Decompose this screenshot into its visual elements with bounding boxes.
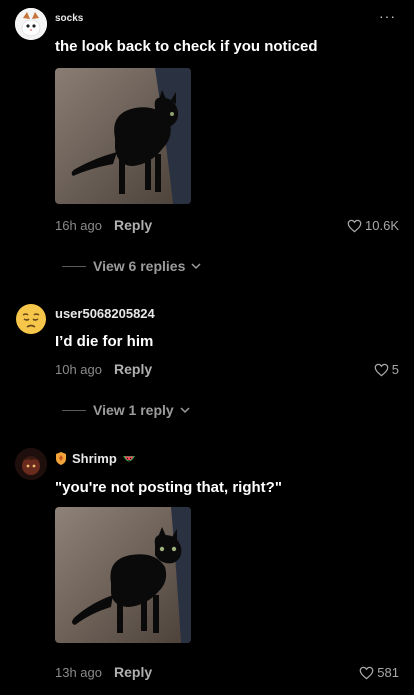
view-replies-label: View 1 reply <box>93 402 174 418</box>
watermelon-icon <box>122 455 135 461</box>
chevron-down-icon <box>191 263 201 270</box>
username-label: Shrimp <box>72 451 117 466</box>
avatar[interactable] <box>15 448 47 480</box>
more-options-icon[interactable]: ··· <box>379 8 396 24</box>
heart-icon <box>374 363 389 376</box>
like-count: 581 <box>377 665 399 680</box>
username[interactable]: socks <box>55 13 83 24</box>
reply-button[interactable]: Reply <box>114 664 152 680</box>
comment-text: I’d die for him <box>55 333 154 350</box>
like-button[interactable]: 581 <box>359 665 399 680</box>
divider <box>62 409 86 411</box>
view-replies-label: View 6 replies <box>93 258 186 274</box>
comment-text: "you're not posting that, right?" <box>55 479 282 496</box>
username[interactable]: user5068205824 <box>55 306 155 321</box>
view-replies-button[interactable]: View 6 replies <box>62 258 201 274</box>
like-count: 5 <box>391 362 399 377</box>
comment-image[interactable] <box>55 68 191 204</box>
comment-text: the look back to check if you noticed <box>55 38 318 55</box>
like-button[interactable]: 5 <box>374 362 399 377</box>
avatar[interactable] <box>15 8 47 40</box>
heart-icon <box>359 666 374 679</box>
timestamp: 10h ago <box>55 362 102 377</box>
like-button[interactable]: 10.6K <box>347 218 399 233</box>
badge-icon <box>56 452 66 465</box>
timestamp: 13h ago <box>55 665 102 680</box>
divider <box>62 265 86 267</box>
comment-image[interactable] <box>55 507 191 643</box>
timestamp: 16h ago <box>55 218 102 233</box>
username[interactable]: Shrimp <box>55 451 136 466</box>
view-replies-button[interactable]: View 1 reply <box>62 402 190 418</box>
reply-button[interactable]: Reply <box>114 217 152 233</box>
like-count: 10.6K <box>365 218 399 233</box>
heart-icon <box>347 219 362 232</box>
avatar[interactable] <box>15 303 47 335</box>
reply-button[interactable]: Reply <box>114 361 152 377</box>
chevron-down-icon <box>180 407 190 414</box>
